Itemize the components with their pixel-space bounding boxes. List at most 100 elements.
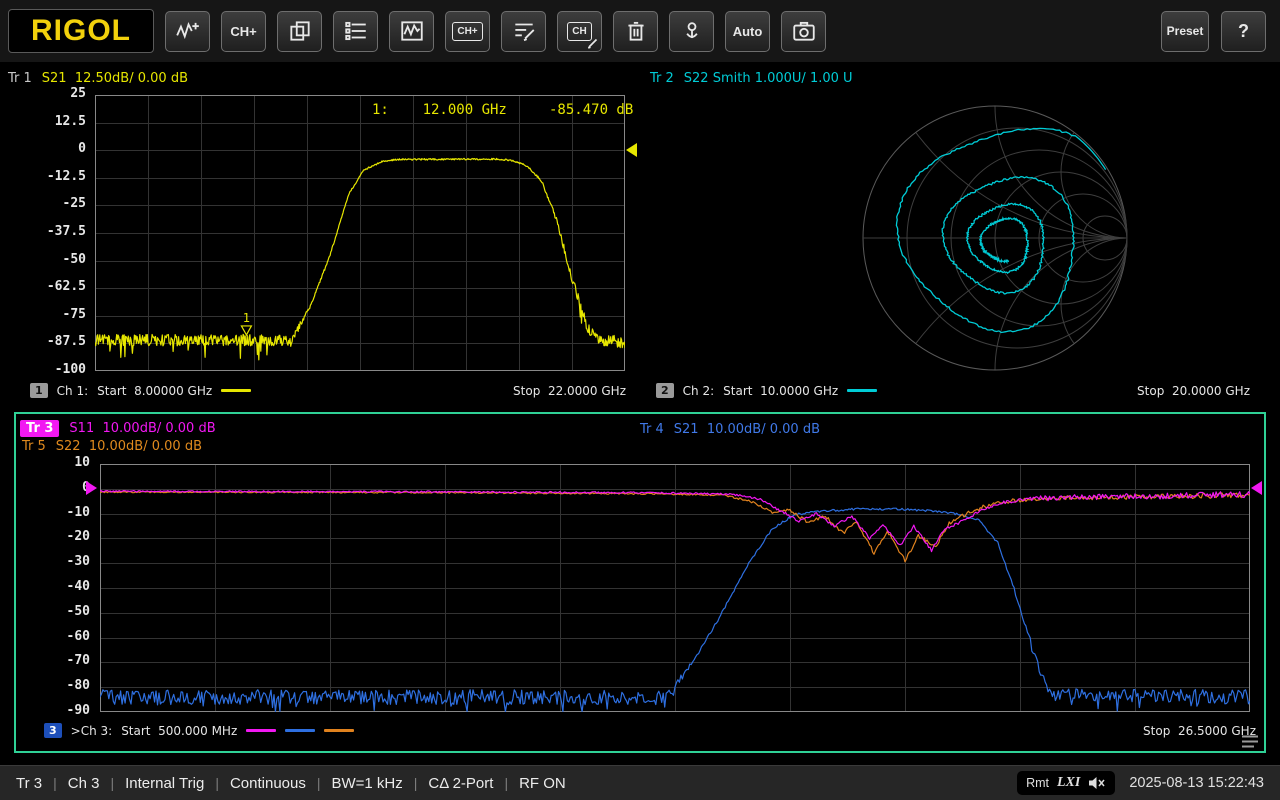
- ch3-badge[interactable]: 3: [44, 723, 62, 738]
- y-axis-tick-label: -75: [16, 307, 86, 322]
- status-item[interactable]: RF ON: [519, 775, 566, 792]
- remote-indicator: Rmt: [1026, 776, 1049, 790]
- status-separator: |: [317, 775, 321, 791]
- ch1-footer: 1 Ch 1: Start 8.00000 GHz Stop 22.0000 G…: [30, 383, 626, 398]
- ch2-start[interactable]: Start 10.0000 GHz: [723, 384, 838, 398]
- edit-list-button[interactable]: [501, 11, 546, 52]
- status-item[interactable]: CΔ 2-Port: [428, 775, 493, 792]
- meas-window-icon: [399, 18, 425, 44]
- menu-icon[interactable]: [1240, 734, 1260, 749]
- touch-button[interactable]: [669, 11, 714, 52]
- status-item[interactable]: BW=1 kHz: [331, 775, 402, 792]
- lxi-indicator: LXI: [1057, 775, 1080, 791]
- status-separator: |: [504, 775, 508, 791]
- status-items: Tr 3 | Ch 3 | Internal Trig | Continuous | BW=1 …: [16, 775, 566, 792]
- ch1-trace-header[interactable]: Tr 1 S21 12.50dB/ 0.00 dB: [8, 71, 188, 86]
- status-item[interactable]: Ch 3: [68, 775, 100, 792]
- ch1-label: Ch 1:: [57, 384, 88, 398]
- tr5-legend-line: [324, 729, 354, 732]
- trace-list-button[interactable]: [333, 11, 378, 52]
- tr3-selected-tag[interactable]: Tr 3: [20, 420, 59, 437]
- tr3-reference-marker-right[interactable]: [1251, 481, 1262, 495]
- y-axis-tick-label: -80: [20, 678, 90, 693]
- ch3-y-axis: 100-10-20-30-40-50-60-70-80-90: [16, 464, 96, 712]
- y-axis-tick-label: -87.5: [16, 334, 86, 349]
- status-item[interactable]: Continuous: [230, 775, 306, 792]
- pencil-icon: [587, 37, 599, 49]
- status-separator: |: [110, 775, 114, 791]
- tr3-reference-marker-left[interactable]: [86, 481, 97, 495]
- y-axis-tick-label: -40: [20, 579, 90, 594]
- rigol-logo: RIGOL: [8, 9, 154, 53]
- tr4-label: Tr 4: [640, 422, 664, 437]
- mute-icon: [1088, 776, 1106, 790]
- ch3-tr5-header[interactable]: Tr 5 S22 10.00dB/ 0.00 dB: [22, 439, 202, 454]
- ch3-tr3-header[interactable]: Tr 3 S11 10.00dB/ 0.00 dB: [20, 420, 216, 437]
- channel-edit-button[interactable]: CH: [557, 11, 602, 52]
- remote-status-pill[interactable]: Rmt LXI: [1017, 771, 1115, 795]
- y-axis-tick-label: 10: [20, 455, 90, 470]
- ch2-trace-header[interactable]: Tr 2 S22 Smith 1.000U/ 1.00 U: [650, 71, 853, 86]
- status-item[interactable]: Internal Trig: [125, 775, 204, 792]
- channel-add-button[interactable]: CH+: [221, 11, 266, 52]
- ch3-graph[interactable]: [100, 464, 1250, 712]
- ch2-label: Ch 2:: [683, 384, 714, 398]
- help-label: ?: [1238, 21, 1249, 42]
- tr3-measurement: S11 10.00dB/ 0.00 dB: [69, 421, 215, 436]
- y-axis-tick-label: 0: [16, 141, 86, 156]
- tr5-label: Tr 5: [22, 439, 46, 454]
- window-channel-add-button[interactable]: CH+: [445, 11, 490, 52]
- status-bar: Tr 3 | Ch 3 | Internal Trig | Continuous | BW=1 …: [0, 765, 1280, 800]
- camera-icon: [791, 18, 817, 44]
- status-separator: |: [215, 775, 219, 791]
- copy-icon: [287, 18, 313, 44]
- y-axis-tick-label: -37.5: [16, 224, 86, 239]
- trace-add-button[interactable]: [165, 11, 210, 52]
- ch1-start[interactable]: Start 8.00000 GHz: [97, 384, 212, 398]
- toolbar: RIGOL CH+: [0, 0, 1280, 62]
- screenshot-button[interactable]: [781, 11, 826, 52]
- ch2-stop[interactable]: Stop 20.0000 GHz: [1137, 384, 1250, 398]
- tr1-label: Tr 1: [8, 71, 32, 86]
- tr2-legend-line: [847, 389, 877, 392]
- y-axis-tick-label: -60: [20, 629, 90, 644]
- delete-button[interactable]: [613, 11, 658, 52]
- status-right: Rmt LXI 2025-08-13 15:22:43: [1017, 771, 1270, 795]
- tr5-measurement: S22 10.00dB/ 0.00 dB: [56, 439, 202, 454]
- y-axis-tick-label: -62.5: [16, 279, 86, 294]
- datetime: 2025-08-13 15:22:43: [1129, 775, 1264, 791]
- tr2-label: Tr 2: [650, 71, 674, 86]
- status-item[interactable]: Tr 3: [16, 775, 42, 792]
- meas-window-button[interactable]: [389, 11, 434, 52]
- ch2-smith-chart[interactable]: [850, 96, 1140, 386]
- preset-button[interactable]: Preset: [1161, 11, 1209, 52]
- help-button[interactable]: ?: [1221, 11, 1266, 52]
- ch1-stop[interactable]: Stop 22.0000 GHz: [513, 384, 626, 398]
- y-axis-tick-label: -70: [20, 653, 90, 668]
- y-axis-tick-label: -20: [20, 529, 90, 544]
- y-axis-tick-label: -100: [16, 362, 86, 377]
- tr1-reference-marker[interactable]: [626, 143, 637, 157]
- channel-add-label: CH+: [230, 24, 256, 39]
- y-axis-tick-label: 0: [20, 480, 90, 495]
- ch2-badge[interactable]: 2: [656, 383, 674, 398]
- auto-scale-button[interactable]: Auto: [725, 11, 770, 52]
- trash-icon: [623, 18, 649, 44]
- ch1-graph[interactable]: 1: [95, 95, 625, 371]
- ch1-badge[interactable]: 1: [30, 383, 48, 398]
- ch3-start[interactable]: Start 500.000 MHz: [121, 724, 237, 738]
- y-axis-tick-label: -12.5: [16, 169, 86, 184]
- ch3-label: >Ch 3:: [71, 724, 113, 738]
- ch3-tr4-header[interactable]: Tr 4 S21 10.00dB/ 0.00 dB: [640, 422, 820, 437]
- tr3-legend-line: [246, 729, 276, 732]
- tr4-legend-line: [285, 729, 315, 732]
- edit-list-icon: [511, 18, 537, 44]
- copy-button[interactable]: [277, 11, 322, 52]
- window-channel-add-label: CH+: [452, 22, 482, 41]
- trace-add-icon: [175, 18, 201, 44]
- y-axis-tick-label: -25: [16, 196, 86, 211]
- ch2-footer: 2 Ch 2: Start 10.0000 GHz Stop 20.0000 G…: [656, 383, 1250, 398]
- status-separator: |: [53, 775, 57, 791]
- ch3-footer: 3 >Ch 3: Start 500.000 MHz Stop 26.5000 …: [44, 723, 1256, 738]
- touch-icon: [679, 18, 705, 44]
